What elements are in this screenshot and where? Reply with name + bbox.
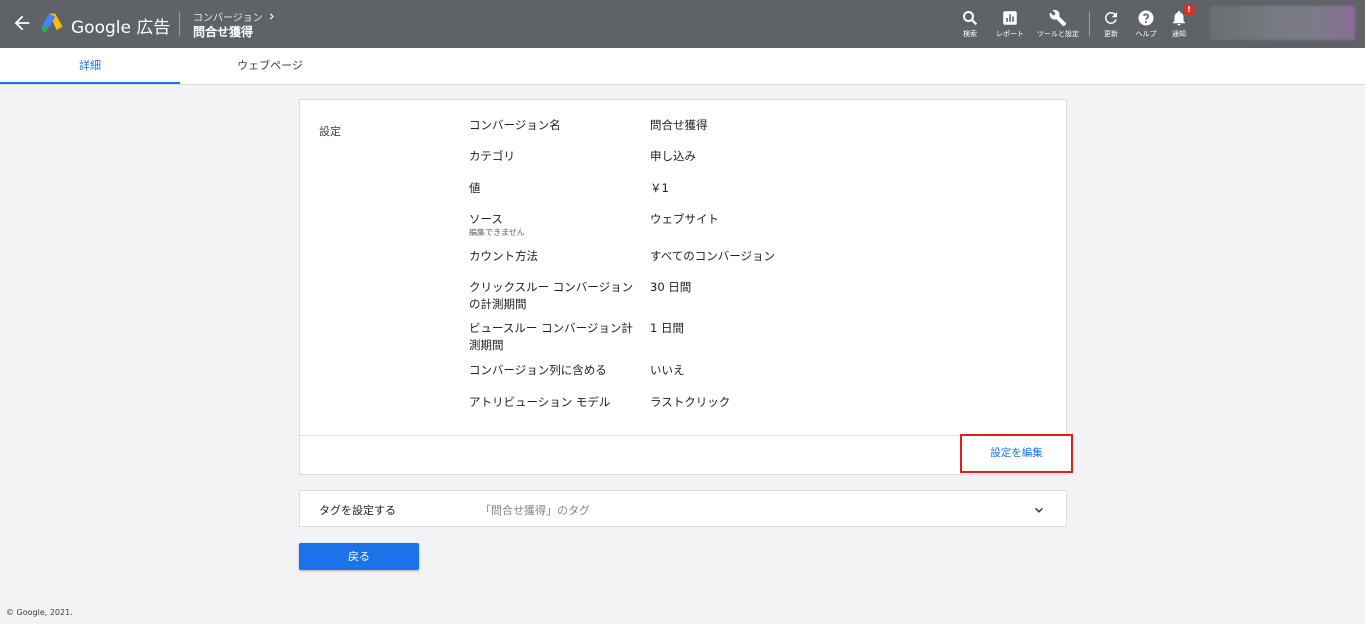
breadcrumb-parent[interactable]: コンバージョン: [193, 9, 276, 24]
notifications-button-label: 通知: [1172, 30, 1186, 38]
source-sublabel: 編集できません: [469, 228, 525, 237]
attribution-model-label: アトリビューション モデル: [469, 395, 611, 409]
source-label-group: ソース 編集できません: [469, 211, 644, 237]
count-method-value: すべてのコンバージョン: [650, 249, 776, 263]
top-app-bar: Google 広告 コンバージョン 問合せ獲得 検索 レポート ツールと設定 更…: [0, 0, 1365, 48]
help-icon: [1138, 10, 1154, 26]
category-label: カテゴリ: [469, 149, 515, 163]
view-through-window-value: 1 日間: [650, 321, 684, 335]
tag-setup-title: タグを設定する: [319, 504, 396, 517]
breadcrumb-parent-label: コンバージョン: [193, 13, 263, 24]
view-through-window-label: ビュースルー コンバージョン計測期間: [469, 321, 633, 352]
tag-setup-description: 「問合せ獲得」のタグ: [480, 504, 590, 517]
search-button-label: 検索: [963, 30, 977, 38]
google-ads-logo-icon: [41, 13, 63, 33]
back-button[interactable]: 戻る: [299, 543, 419, 570]
tools-settings-button[interactable]: ツールと設定: [1036, 9, 1080, 39]
app-brand: Google 広告: [71, 18, 171, 38]
value-value: ￥1: [650, 181, 669, 195]
notifications-button[interactable]: ! 通知: [1157, 4, 1201, 39]
brand-divider: [179, 12, 180, 36]
include-in-conversions-value: いいえ: [650, 363, 685, 377]
tools-settings-label: ツールと設定: [1037, 30, 1079, 38]
tab-bar: 詳細 ウェブページ: [0, 48, 1365, 85]
attribution-model-value: ラストクリック: [650, 395, 731, 409]
search-icon: [963, 11, 978, 26]
copyright-footer: © Google, 2021.: [6, 608, 73, 617]
chevron-right-icon: [269, 13, 274, 20]
report-icon: [1003, 11, 1017, 25]
include-in-conversions-label: コンバージョン列に含める: [469, 363, 607, 377]
back-arrow-icon[interactable]: [11, 12, 33, 34]
count-method-label: カウント方法: [469, 249, 538, 263]
report-button[interactable]: レポート: [988, 9, 1032, 39]
conversion-name-value: 問合せ獲得: [650, 118, 708, 132]
card-divider: [300, 435, 1066, 436]
wrench-icon: [1049, 9, 1067, 27]
tab-details[interactable]: 詳細: [0, 48, 180, 84]
value-label: 値: [469, 181, 481, 195]
source-value: ウェブサイト: [650, 212, 719, 226]
tab-webpage[interactable]: ウェブページ: [180, 48, 360, 84]
report-button-label: レポート: [996, 30, 1024, 38]
refresh-icon: [1104, 11, 1117, 24]
edit-settings-button[interactable]: 設定を編集: [960, 434, 1073, 473]
click-through-window-label: クリックスルー コンバージョンの計測期間: [469, 280, 634, 311]
tag-setup-panel[interactable]: タグを設定する 「問合せ獲得」のタグ: [299, 490, 1067, 527]
page-title: 問合せ獲得: [193, 25, 254, 39]
notification-badge: !: [1183, 4, 1195, 16]
click-through-window-value: 30 日間: [650, 280, 692, 294]
account-avatar[interactable]: [1210, 6, 1355, 40]
chevron-down-icon[interactable]: [1032, 503, 1046, 517]
category-value: 申し込み: [650, 149, 696, 163]
settings-section-title: 設定: [319, 125, 341, 138]
conversion-name-label: コンバージョン名: [469, 118, 561, 132]
settings-card: 設定 コンバージョン名 問合せ獲得 カテゴリ 申し込み 値 ￥1 ソース 編集で…: [299, 99, 1073, 475]
source-label: ソース: [469, 212, 503, 226]
search-button[interactable]: 検索: [948, 9, 992, 39]
